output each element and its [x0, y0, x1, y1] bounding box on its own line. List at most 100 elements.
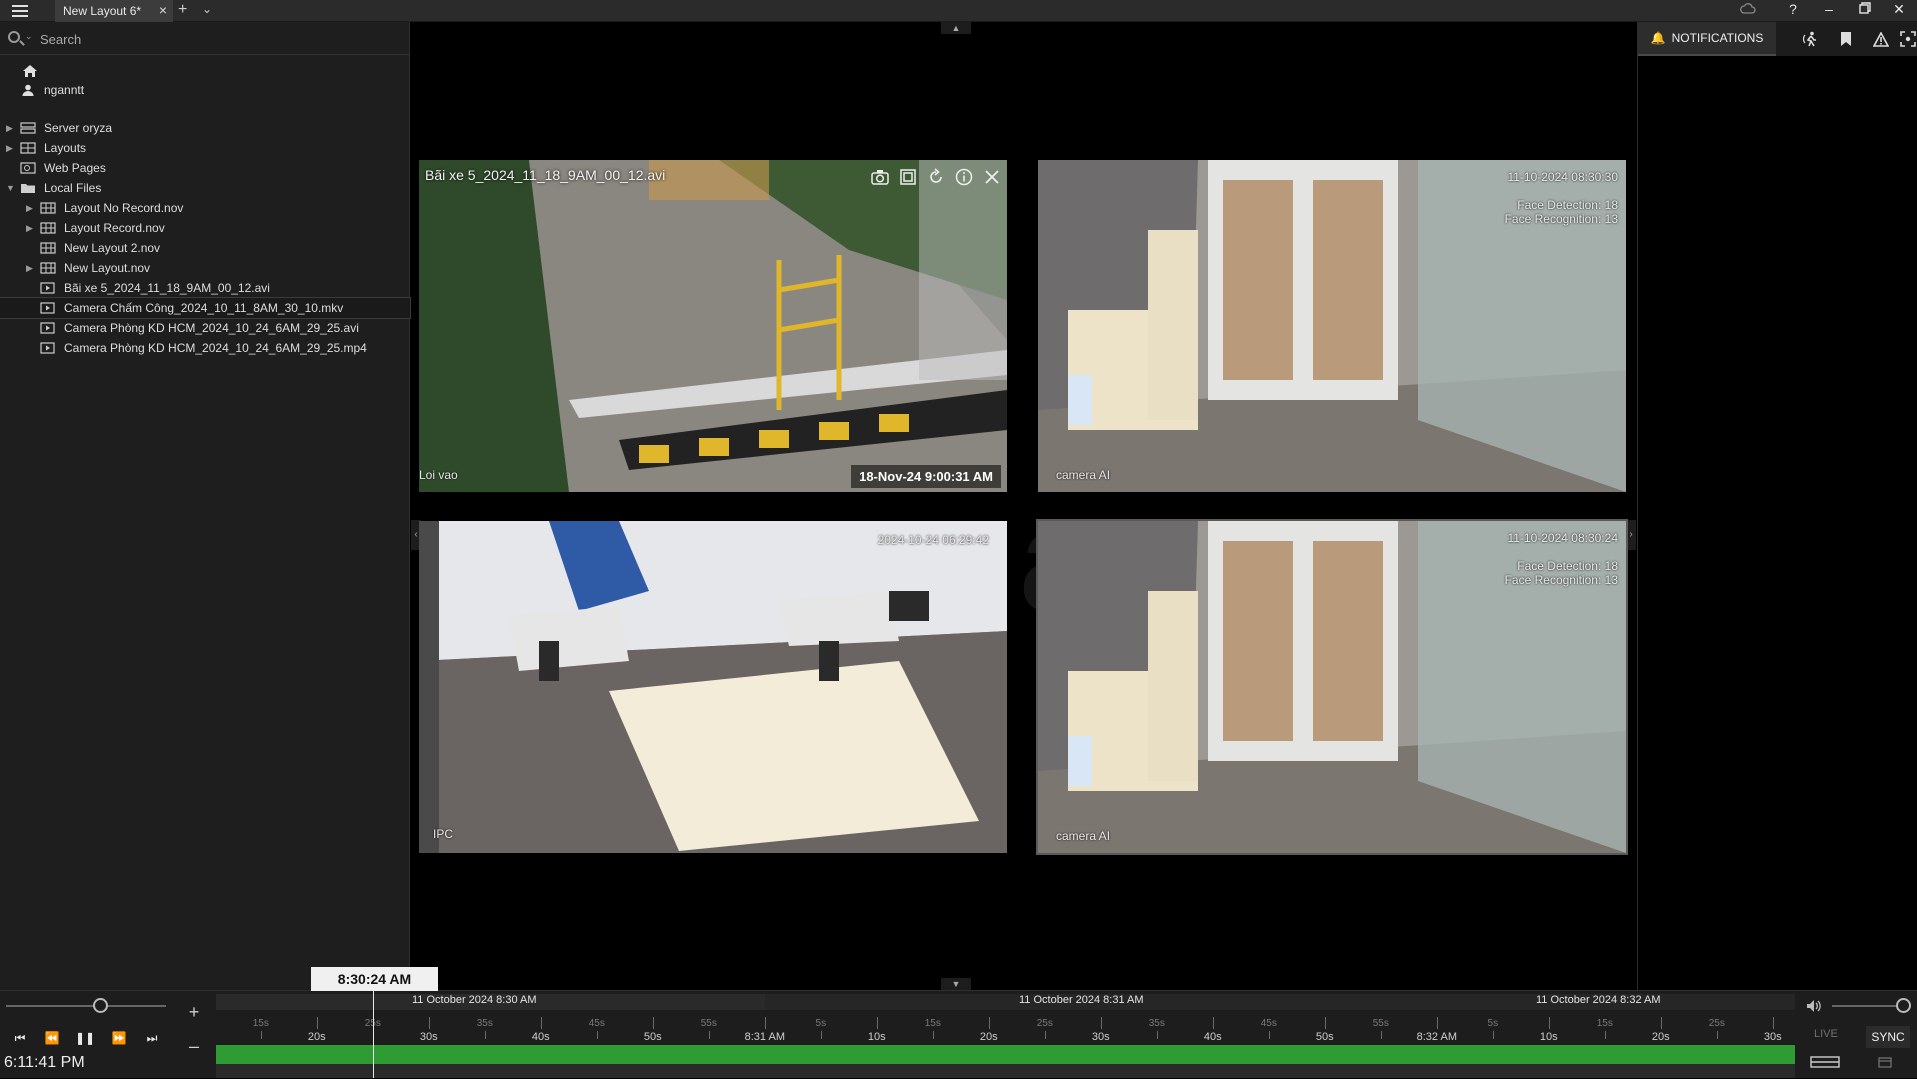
snapshot-icon[interactable]	[869, 166, 891, 188]
fullscreen-icon[interactable]	[1898, 22, 1917, 56]
timeline-tick-label: 8:31 AM	[744, 1031, 785, 1043]
fit-view-icon[interactable]	[897, 166, 919, 188]
info-icon[interactable]	[953, 166, 975, 188]
volume-icon[interactable]	[1806, 999, 1822, 1018]
tree-item-label: Layout No Record.nov	[64, 201, 184, 215]
expand-right-icon[interactable]: ▶	[26, 203, 34, 214]
tab-layout[interactable]: New Layout 6* ×	[55, 0, 173, 22]
sync-button[interactable]: SYNC	[1866, 1026, 1910, 1048]
timeline-tick-label: 20s	[307, 1031, 326, 1043]
tree-item[interactable]: Bãi xe 5_2024_11_18_9AM_00_12.avi	[0, 278, 410, 298]
timeline-right-controls: LIVE SYNC	[1796, 991, 1917, 1079]
volume-slider-track[interactable]	[1832, 1005, 1900, 1007]
rotate-icon[interactable]	[925, 166, 947, 188]
tree-item[interactable]: ▼ Local Files	[0, 178, 410, 198]
expand-right-icon[interactable]: ▶	[26, 223, 34, 234]
expand-right-icon[interactable]: ▶	[6, 123, 14, 134]
chevron-down-icon[interactable]: ⌄	[202, 2, 212, 16]
recording-bar[interactable]	[216, 1045, 1795, 1064]
collapse-top-icon[interactable]: ▲	[941, 22, 971, 34]
timeline-date-label: 11 October 2024 8:30 AM	[412, 994, 537, 1006]
timeline-minor-label: 5s	[815, 1018, 827, 1029]
timeline-scrollbar[interactable]	[216, 1064, 1795, 1078]
minimize-icon[interactable]: –	[1814, 1, 1844, 17]
user-row[interactable]: nganntt	[22, 83, 84, 97]
calendar-icon[interactable]	[1878, 1055, 1892, 1073]
search-input[interactable]	[40, 28, 340, 50]
timeline-minor-tick	[1156, 1031, 1158, 1039]
expand-down-icon[interactable]: ▼	[6, 183, 15, 193]
expand-right-icon[interactable]: ▶	[6, 143, 14, 154]
tree-item[interactable]: Camera Phòng KD HCM_2024_10_24_6AM_29_25…	[0, 318, 410, 338]
timeline-major-tick	[1772, 1017, 1774, 1029]
tree-item[interactable]: New Layout 2.nov	[0, 238, 410, 258]
timeline-mode-icon[interactable]	[1810, 1055, 1840, 1073]
hamburger-menu-icon[interactable]	[12, 3, 38, 19]
camera-tile-ai-2[interactable]: 11-10-2024 08:30:24 Face Detection: 18 F…	[1036, 519, 1628, 855]
tab-notifications[interactable]: 🔔 NOTIFICATIONS	[1638, 22, 1776, 56]
add-tab-icon[interactable]: +	[178, 1, 187, 19]
layout-file-icon	[40, 202, 56, 214]
warning-icon[interactable]	[1864, 22, 1898, 56]
playhead-time-label: 8:30:24 AM	[311, 967, 438, 991]
pause-icon[interactable]: ❚❚	[73, 1028, 97, 1048]
tree-item[interactable]: Camera Chấm Công_2024_10_11_8AM_30_10.mk…	[0, 297, 411, 319]
speed-slider-track[interactable]	[6, 1005, 166, 1007]
playhead-line[interactable]	[373, 979, 374, 1078]
timeline-minor-tick	[1716, 1031, 1718, 1039]
skip-to-end-icon[interactable]: ⏭	[140, 1028, 164, 1048]
tree-item[interactable]: ▶ Layout Record.nov	[0, 218, 410, 238]
camera-osd-label: IPC	[433, 827, 454, 841]
timeline-minor-label: 15s	[252, 1018, 269, 1029]
timeline-tick-label: 50s	[1315, 1031, 1334, 1043]
layout-viewport[interactable]: ▲ ▼ ‹ › oryza Bãi xe 5_2024_11_18_9AM_00…	[411, 22, 1636, 990]
close-window-icon[interactable]: ✕	[1884, 1, 1914, 18]
speed-slider-handle[interactable]	[93, 998, 108, 1013]
camera-osd-label: Loi vao	[419, 468, 458, 482]
timeline-panel: ⏮ ⏪ ❚❚ ⏩ ⏭ 6:11:41 PM + – 11 October 202…	[0, 990, 1917, 1078]
fast-forward-icon[interactable]: ⏩	[107, 1028, 131, 1048]
timeline-minor-tick	[1604, 1031, 1606, 1039]
restore-icon[interactable]	[1850, 1, 1880, 17]
chevron-right-icon[interactable]: ›	[1626, 520, 1636, 550]
chevron-down-icon[interactable]: ⌄	[25, 31, 33, 42]
search-icon[interactable]	[8, 31, 20, 43]
zoom-in-icon[interactable]: +	[186, 1003, 202, 1021]
close-icon[interactable]	[981, 166, 1003, 188]
bookmark-icon[interactable]	[1829, 22, 1863, 56]
skip-to-start-icon[interactable]: ⏮	[8, 1028, 32, 1048]
timeline-minor-label: 35s	[476, 1018, 493, 1029]
tree-item-label: Camera Chấm Công_2024_10_11_8AM_30_10.mk…	[64, 301, 344, 315]
camera-tile-ai-1[interactable]: 11-10-2024 08:30:30 Face Detection: 18 F…	[1038, 160, 1626, 492]
volume-slider-handle[interactable]	[1896, 998, 1911, 1013]
zoom-out-icon[interactable]: –	[186, 1037, 202, 1055]
layouts-icon	[20, 142, 36, 154]
timeline-tick-label: 40s	[531, 1031, 550, 1043]
live-button[interactable]: LIVE	[1814, 1028, 1838, 1040]
timeline-minor-label: 45s	[588, 1018, 605, 1029]
camera-tile-parking[interactable]: Bãi xe 5_2024_11_18_9AM_00_12.avi Loi va…	[419, 160, 1007, 492]
motion-icon[interactable]	[1794, 22, 1828, 56]
tree-item[interactable]: ▶ New Layout.nov	[0, 258, 410, 278]
tree-item[interactable]: Camera Phòng KD HCM_2024_10_24_6AM_29_25…	[0, 338, 410, 358]
tab-label: New Layout 6*	[63, 4, 142, 18]
tree-item[interactable]: ▶ Server oryza	[0, 118, 410, 138]
tree-item[interactable]: Web Pages	[0, 158, 410, 178]
notifications-label: NOTIFICATIONS	[1671, 31, 1764, 45]
rewind-icon[interactable]: ⏪	[40, 1028, 64, 1048]
timeline-minor-label: 45s	[1260, 1018, 1277, 1029]
close-tab-icon[interactable]: ×	[159, 2, 167, 18]
camera-osd-time: 11-10-2024 08:30:24	[1507, 531, 1618, 545]
timeline-major-tick	[1212, 1017, 1214, 1029]
tree-item[interactable]: ▶ Layouts	[0, 138, 410, 158]
collapse-bottom-icon[interactable]: ▼	[941, 978, 971, 990]
help-icon[interactable]: ?	[1778, 1, 1808, 17]
cloud-icon[interactable]	[1733, 1, 1763, 17]
home-icon[interactable]	[22, 64, 38, 78]
tree-item[interactable]: ▶ Layout No Record.nov	[0, 198, 410, 218]
timeline-tick-label: 50s	[643, 1031, 662, 1043]
layout-file-icon	[40, 262, 56, 274]
expand-right-icon[interactable]: ▶	[26, 263, 34, 274]
timeline-ruler[interactable]: 11 October 2024 8:30 AM 11 October 2024 8…	[216, 991, 1795, 1079]
camera-tile-office[interactable]: 2024-10-24 06:29:42 IPC	[419, 521, 1007, 853]
